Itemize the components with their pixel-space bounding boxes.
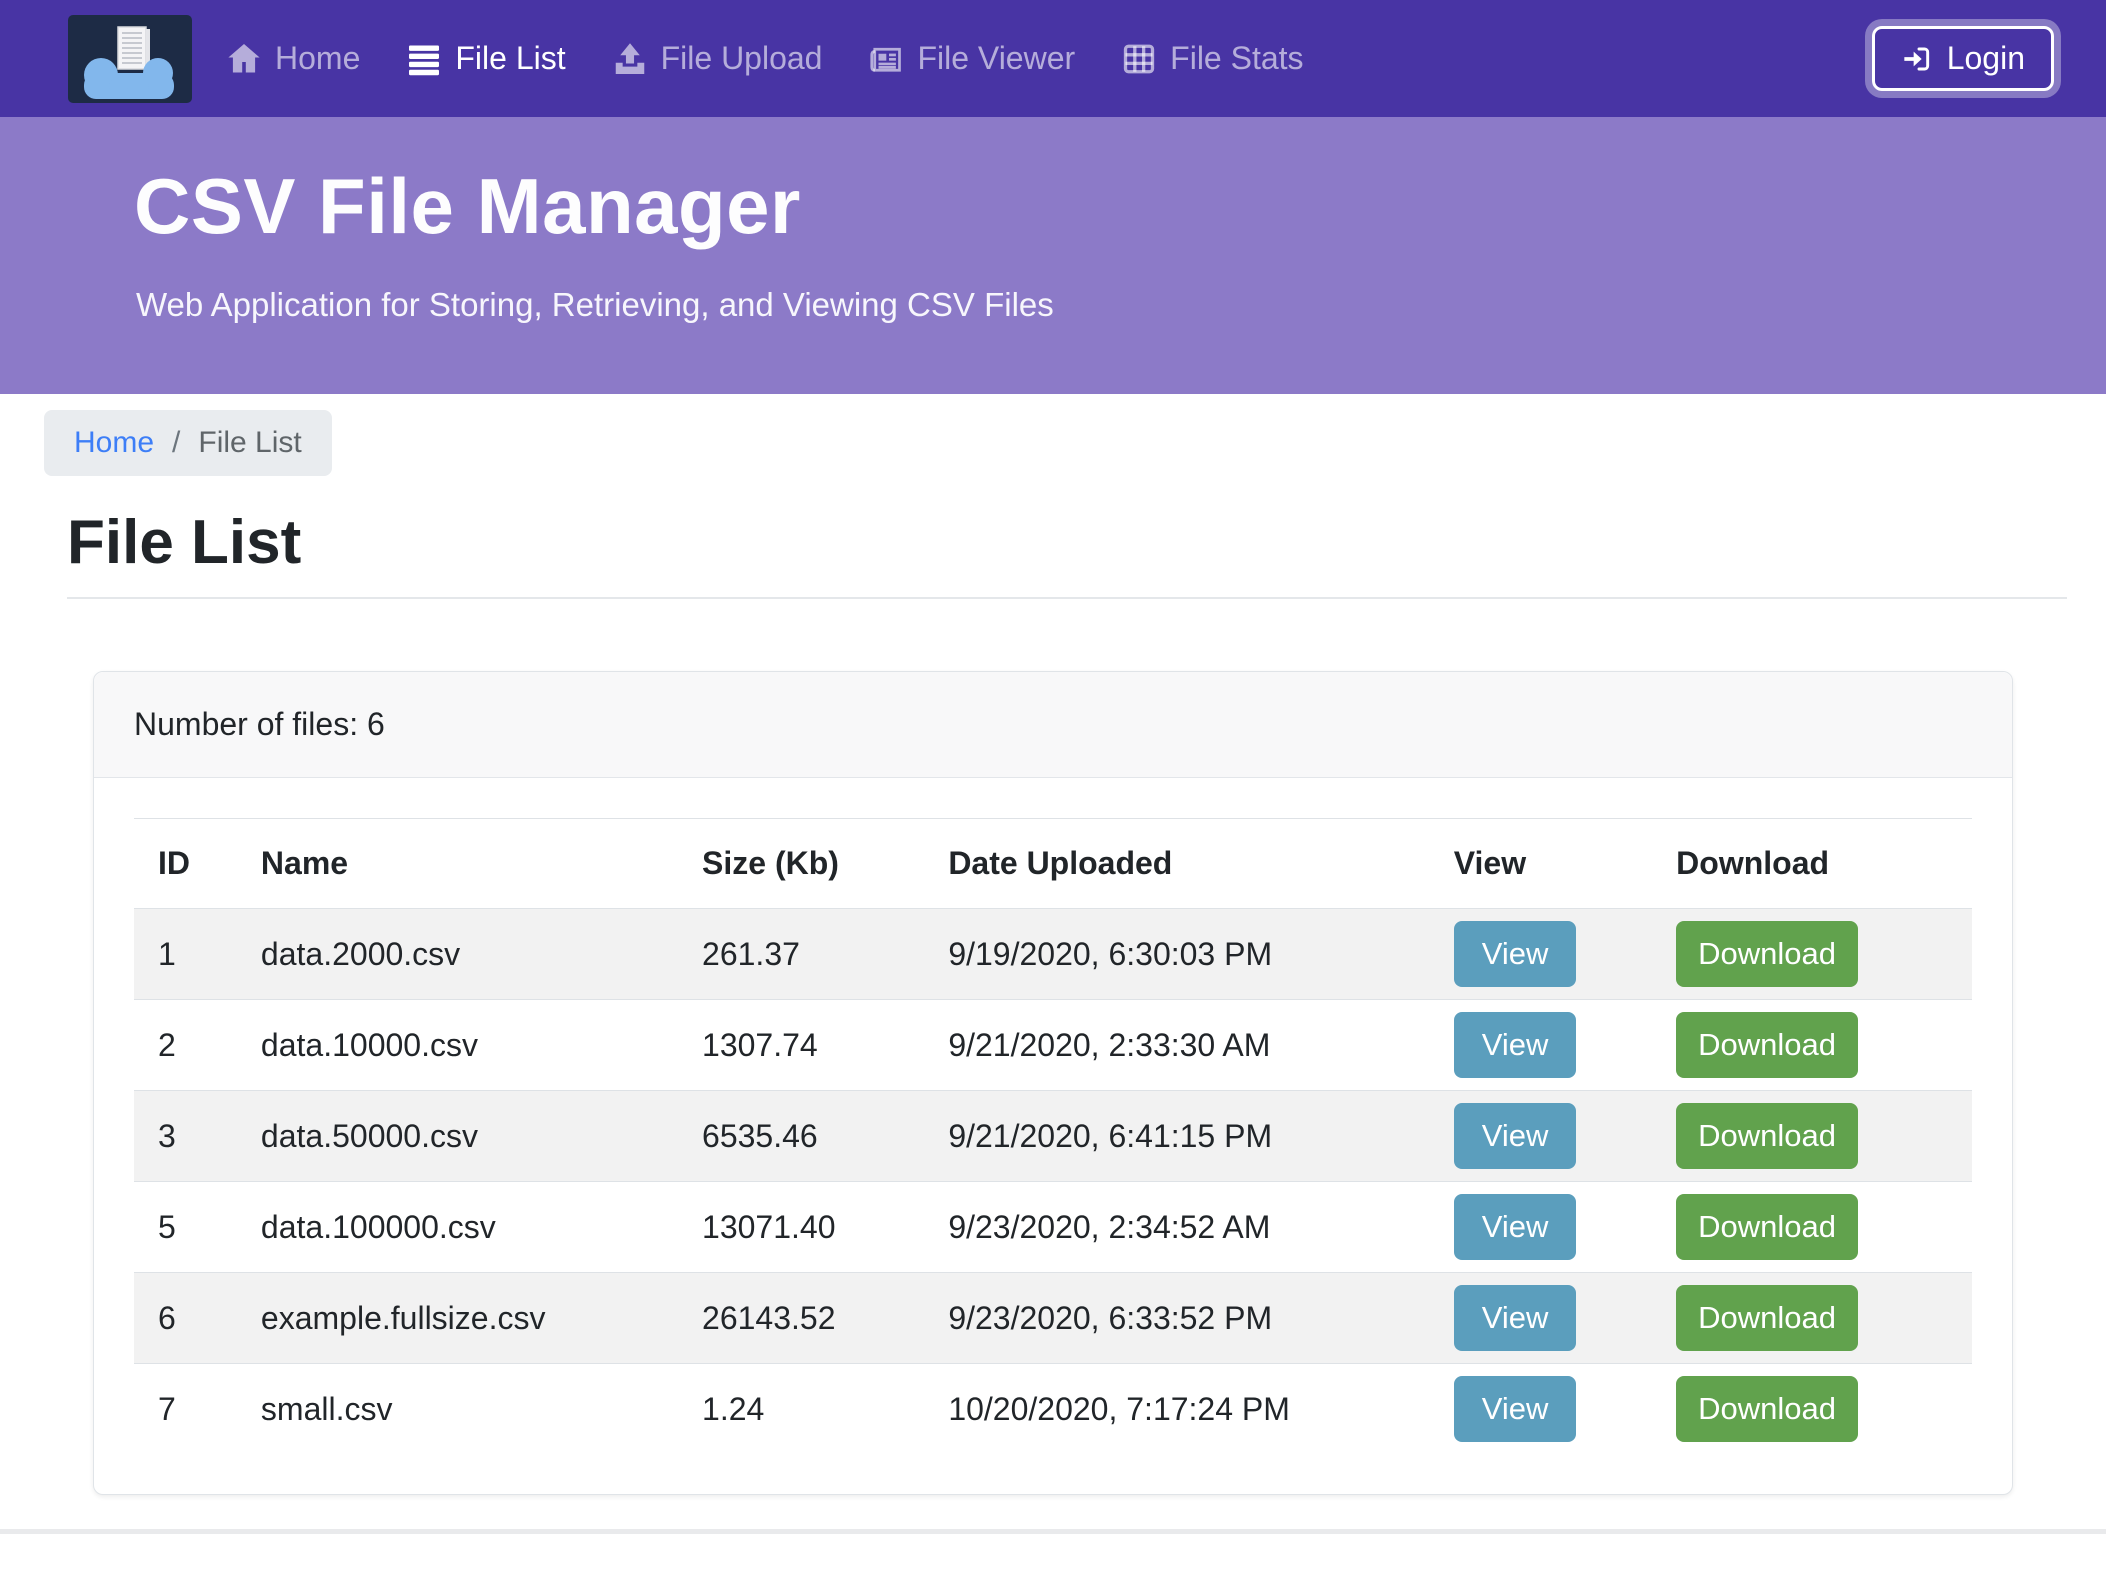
- table-header: ID Name Size (Kb) Date Uploaded View Dow…: [134, 819, 1972, 909]
- table-row: 5 data.100000.csv 13071.40 9/23/2020, 2:…: [134, 1182, 1972, 1273]
- file-list-card: Number of files: 6 ID Name Size (Kb) Dat…: [93, 671, 2013, 1495]
- sign-in-icon: [1901, 43, 1933, 75]
- file-size-cell: 1307.74: [678, 1000, 924, 1091]
- page-title: File List: [67, 510, 2106, 575]
- file-view-cell: View: [1430, 1182, 1652, 1273]
- app-title: CSV File Manager: [134, 161, 2046, 252]
- table-row: 1 data.2000.csv 261.37 9/19/2020, 6:30:0…: [134, 909, 1972, 1000]
- nav-item-label: Home: [275, 40, 360, 77]
- file-name-cell: example.fullsize.csv: [237, 1273, 678, 1364]
- file-size-cell: 26143.52: [678, 1273, 924, 1364]
- file-name-cell: data.100000.csv: [237, 1182, 678, 1273]
- nav-item-label: File Upload: [661, 40, 823, 77]
- file-size-cell: 6535.46: [678, 1091, 924, 1182]
- download-button[interactable]: Download: [1676, 1376, 1858, 1442]
- file-id-cell: 1: [134, 909, 237, 1000]
- file-id-cell: 7: [134, 1364, 237, 1455]
- table-grid-icon: [1121, 41, 1157, 77]
- file-view-cell: View: [1430, 1364, 1652, 1455]
- file-download-cell: Download: [1652, 1364, 1972, 1455]
- file-date-cell: 9/19/2020, 6:30:03 PM: [924, 909, 1429, 1000]
- col-header-date: Date Uploaded: [924, 819, 1429, 909]
- download-button[interactable]: Download: [1676, 1285, 1858, 1351]
- file-view-cell: View: [1430, 1273, 1652, 1364]
- breadcrumb: Home / File List: [44, 410, 332, 476]
- col-header-view: View: [1430, 819, 1652, 909]
- file-table: ID Name Size (Kb) Date Uploaded View Dow…: [134, 818, 1972, 1454]
- nav-item-label: File Stats: [1170, 40, 1303, 77]
- table-row: 2 data.10000.csv 1307.74 9/21/2020, 2:33…: [134, 1000, 1972, 1091]
- nav-item-label: File Viewer: [917, 40, 1075, 77]
- list-icon: [406, 41, 442, 77]
- navbar: Home File List File Upload: [0, 0, 2106, 117]
- view-button[interactable]: View: [1454, 1103, 1577, 1169]
- file-download-cell: Download: [1652, 1273, 1972, 1364]
- file-name-cell: data.10000.csv: [237, 1000, 678, 1091]
- view-button[interactable]: View: [1454, 1376, 1577, 1442]
- file-size-cell: 13071.40: [678, 1182, 924, 1273]
- breadcrumb-home-link[interactable]: Home: [74, 426, 154, 460]
- nav-item-file-list[interactable]: File List: [406, 40, 565, 77]
- heading-divider: [67, 597, 2067, 599]
- file-download-cell: Download: [1652, 1000, 1972, 1091]
- nav-links: Home File List File Upload: [226, 40, 1304, 77]
- upload-icon: [612, 41, 648, 77]
- file-id-cell: 5: [134, 1182, 237, 1273]
- file-name-cell: data.2000.csv: [237, 909, 678, 1000]
- breadcrumb-current: File List: [198, 426, 301, 460]
- table-row: 7 small.csv 1.24 10/20/2020, 7:17:24 PM …: [134, 1364, 1972, 1455]
- col-header-name: Name: [237, 819, 678, 909]
- file-date-cell: 9/23/2020, 6:33:52 PM: [924, 1273, 1429, 1364]
- nav-item-home[interactable]: Home: [226, 40, 360, 77]
- file-id-cell: 6: [134, 1273, 237, 1364]
- view-button[interactable]: View: [1454, 1012, 1577, 1078]
- file-date-cell: 9/23/2020, 2:34:52 AM: [924, 1182, 1429, 1273]
- app-subtitle: Web Application for Storing, Retrieving,…: [136, 286, 2046, 324]
- nav-item-label: File List: [455, 40, 565, 77]
- file-date-cell: 9/21/2020, 2:33:30 AM: [924, 1000, 1429, 1091]
- file-download-cell: Download: [1652, 1091, 1972, 1182]
- nav-item-file-viewer[interactable]: File Viewer: [868, 40, 1075, 77]
- file-view-cell: View: [1430, 909, 1652, 1000]
- view-button[interactable]: View: [1454, 1285, 1577, 1351]
- card-body: ID Name Size (Kb) Date Uploaded View Dow…: [94, 778, 2012, 1494]
- brand-logo[interactable]: [68, 15, 192, 103]
- file-name-cell: small.csv: [237, 1364, 678, 1455]
- file-id-cell: 3: [134, 1091, 237, 1182]
- file-download-cell: Download: [1652, 1182, 1972, 1273]
- view-button[interactable]: View: [1454, 921, 1577, 987]
- file-date-cell: 10/20/2020, 7:17:24 PM: [924, 1364, 1429, 1455]
- file-view-cell: View: [1430, 1000, 1652, 1091]
- page-header: CSV File Manager Web Application for Sto…: [0, 117, 2106, 394]
- nav-item-file-upload[interactable]: File Upload: [612, 40, 823, 77]
- login-button-label: Login: [1947, 40, 2025, 77]
- download-button[interactable]: Download: [1676, 1012, 1858, 1078]
- nav-item-file-stats[interactable]: File Stats: [1121, 40, 1303, 77]
- file-size-cell: 1.24: [678, 1364, 924, 1455]
- file-table-body: 1 data.2000.csv 261.37 9/19/2020, 6:30:0…: [134, 909, 1972, 1455]
- login-button[interactable]: Login: [1872, 26, 2054, 91]
- table-row: 6 example.fullsize.csv 26143.52 9/23/202…: [134, 1273, 1972, 1364]
- file-count: Number of files: 6: [94, 672, 2012, 778]
- download-button[interactable]: Download: [1676, 1194, 1858, 1260]
- view-button[interactable]: View: [1454, 1194, 1577, 1260]
- newspaper-icon: [868, 41, 904, 77]
- download-button[interactable]: Download: [1676, 921, 1858, 987]
- cloud-document-logo-icon: [68, 15, 192, 103]
- file-size-cell: 261.37: [678, 909, 924, 1000]
- col-header-download: Download: [1652, 819, 1972, 909]
- table-row: 3 data.50000.csv 6535.46 9/21/2020, 6:41…: [134, 1091, 1972, 1182]
- file-download-cell: Download: [1652, 909, 1972, 1000]
- file-id-cell: 2: [134, 1000, 237, 1091]
- file-date-cell: 9/21/2020, 6:41:15 PM: [924, 1091, 1429, 1182]
- col-header-size: Size (Kb): [678, 819, 924, 909]
- file-view-cell: View: [1430, 1091, 1652, 1182]
- footer-divider: [0, 1529, 2106, 1534]
- download-button[interactable]: Download: [1676, 1103, 1858, 1169]
- col-header-id: ID: [134, 819, 237, 909]
- breadcrumb-separator: /: [172, 426, 180, 460]
- file-name-cell: data.50000.csv: [237, 1091, 678, 1182]
- home-icon: [226, 41, 262, 77]
